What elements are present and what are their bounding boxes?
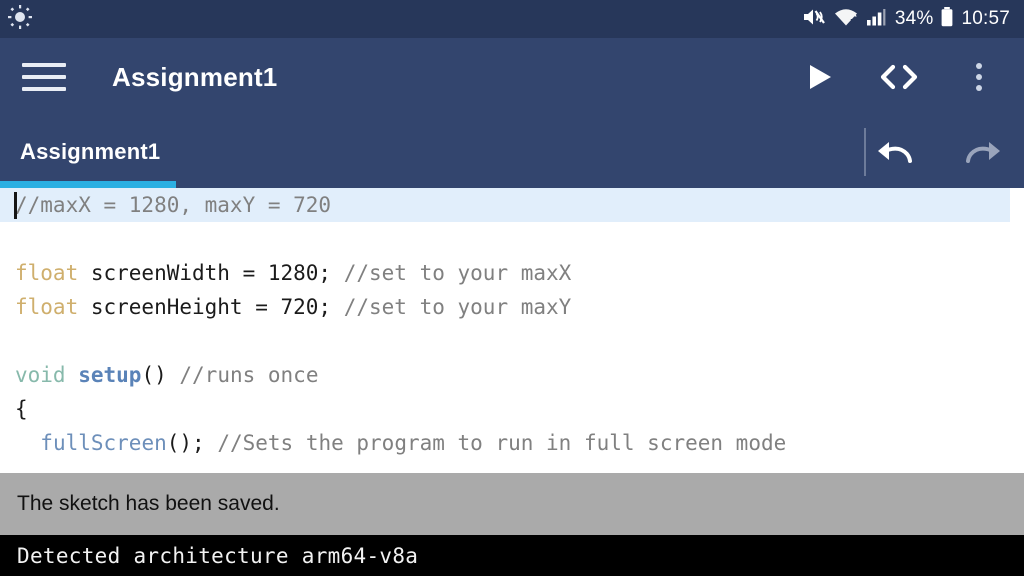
- code-line[interactable]: void setup() //runs once: [0, 358, 1024, 392]
- cellular-signal-icon: [866, 6, 888, 33]
- edit-actions: [870, 116, 1008, 188]
- code-token: //maxX = 1280, maxY = 720: [15, 193, 332, 217]
- hamburger-menu-icon[interactable]: [22, 60, 66, 94]
- tab-label: Assignment1: [20, 139, 161, 164]
- clock-label: 10:57: [961, 8, 1010, 29]
- code-content[interactable]: //maxX = 1280, maxY = 720 float screenWid…: [0, 188, 1024, 473]
- code-line[interactable]: fullScreen(); //Sets the program to run …: [0, 426, 1024, 460]
- code-token: //Sets the program to run in full screen…: [217, 431, 787, 455]
- code-line[interactable]: [0, 460, 1024, 473]
- code-token: screenWidth = 1280;: [78, 261, 344, 285]
- code-token: setup: [78, 363, 142, 387]
- code-token: (): [141, 363, 180, 387]
- undo-arrow-icon[interactable]: [870, 126, 922, 178]
- code-line[interactable]: [0, 222, 1024, 256]
- code-token: //set to your maxY: [343, 295, 572, 319]
- code-line[interactable]: [0, 324, 1024, 358]
- status-bar-left-icons: [8, 4, 32, 34]
- tab-assignment1[interactable]: Assignment1: [0, 116, 176, 188]
- tab-active-indicator: [0, 181, 176, 188]
- code-token: //set to your maxX: [343, 261, 572, 285]
- code-token: float: [15, 261, 79, 285]
- code-line[interactable]: //maxX = 1280, maxY = 720: [0, 188, 1010, 222]
- code-line[interactable]: float screenHeight = 720; //set to your …: [0, 290, 1024, 324]
- code-brackets-icon[interactable]: [876, 54, 922, 100]
- brightness-sun-icon: [8, 4, 32, 34]
- app-root: 34% 10:57 Assignment1 Assignment1 //maxX…: [0, 0, 1024, 576]
- overflow-menu-icon[interactable]: [956, 54, 1002, 100]
- code-token: //runs once: [179, 363, 319, 387]
- code-line[interactable]: float screenWidth = 1280; //set to your …: [0, 256, 1024, 290]
- code-token: fullScreen: [40, 431, 167, 455]
- code-token: ();: [166, 431, 218, 455]
- text-cursor: [14, 192, 17, 219]
- redo-arrow-icon[interactable]: [956, 126, 1008, 178]
- status-bar-right-icons: 34% 10:57: [802, 6, 1010, 33]
- code-token: {: [15, 397, 28, 421]
- code-token: void: [15, 363, 66, 387]
- volume-mute-icon: [802, 6, 826, 33]
- battery-percent-label: 34%: [894, 8, 934, 29]
- code-token: float: [15, 295, 79, 319]
- wifi-icon: [833, 6, 859, 33]
- code-token: screenHeight = 720;: [78, 295, 344, 319]
- page-title: Assignment1: [112, 61, 278, 92]
- console-output[interactable]: Detected architecture arm64-v8a: [0, 535, 1024, 576]
- app-toolbar: Assignment1: [0, 38, 1024, 116]
- message-bar: The sketch has been saved.: [0, 473, 1024, 535]
- battery-icon: [940, 6, 954, 33]
- code-editor[interactable]: //maxX = 1280, maxY = 720 float screenWid…: [0, 188, 1024, 473]
- message-bar-text: The sketch has been saved.: [17, 492, 280, 515]
- console-output-text: Detected architecture arm64-v8a: [17, 543, 419, 568]
- file-tab-bar: Assignment1: [0, 116, 1024, 188]
- play-run-icon[interactable]: [796, 54, 842, 100]
- code-line[interactable]: {: [0, 392, 1024, 426]
- toolbar-actions: [796, 54, 1024, 100]
- android-status-bar: 34% 10:57: [0, 0, 1024, 38]
- toolbar-divider: [864, 128, 866, 176]
